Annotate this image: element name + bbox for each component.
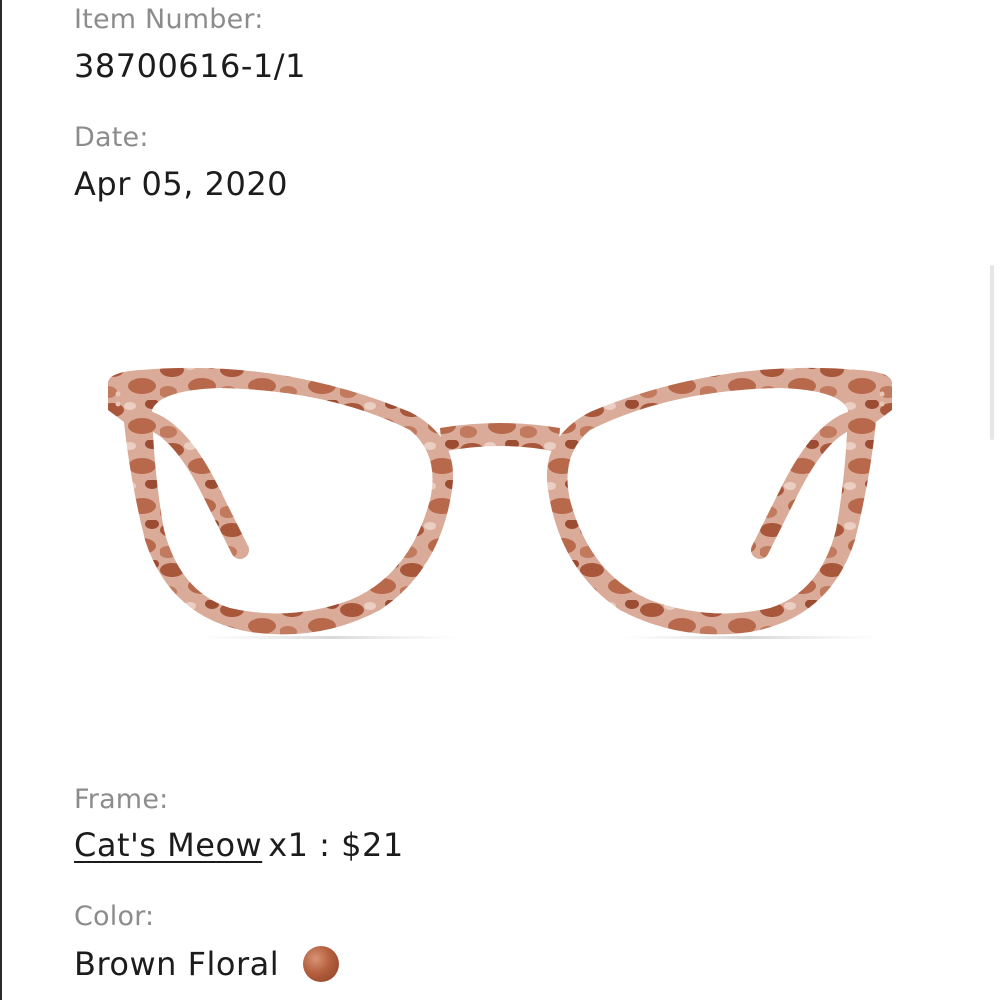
color-swatch xyxy=(303,946,340,982)
scrollbar-thumb[interactable] xyxy=(990,265,994,440)
left-border xyxy=(0,0,2,1000)
item-number-value: 38700616-1/1 xyxy=(74,47,306,85)
color-value: Brown Floral xyxy=(74,945,280,983)
frame-name-link[interactable]: Cat's Meow xyxy=(74,829,262,861)
eyeglasses-image xyxy=(108,367,892,639)
frame-label: Frame: xyxy=(74,784,169,815)
frame-price: $21 xyxy=(341,826,404,864)
color-line: Brown Floral xyxy=(74,945,340,983)
frame-line: Cat's Meow x1 : $21 xyxy=(74,829,404,861)
date-label: Date: xyxy=(74,122,149,153)
frame-price-separator: : xyxy=(308,826,342,864)
frame-quantity: x1 xyxy=(268,826,309,864)
item-number-label: Item Number: xyxy=(74,4,264,35)
date-value: Apr 05, 2020 xyxy=(74,165,289,203)
color-label: Color: xyxy=(74,901,155,932)
